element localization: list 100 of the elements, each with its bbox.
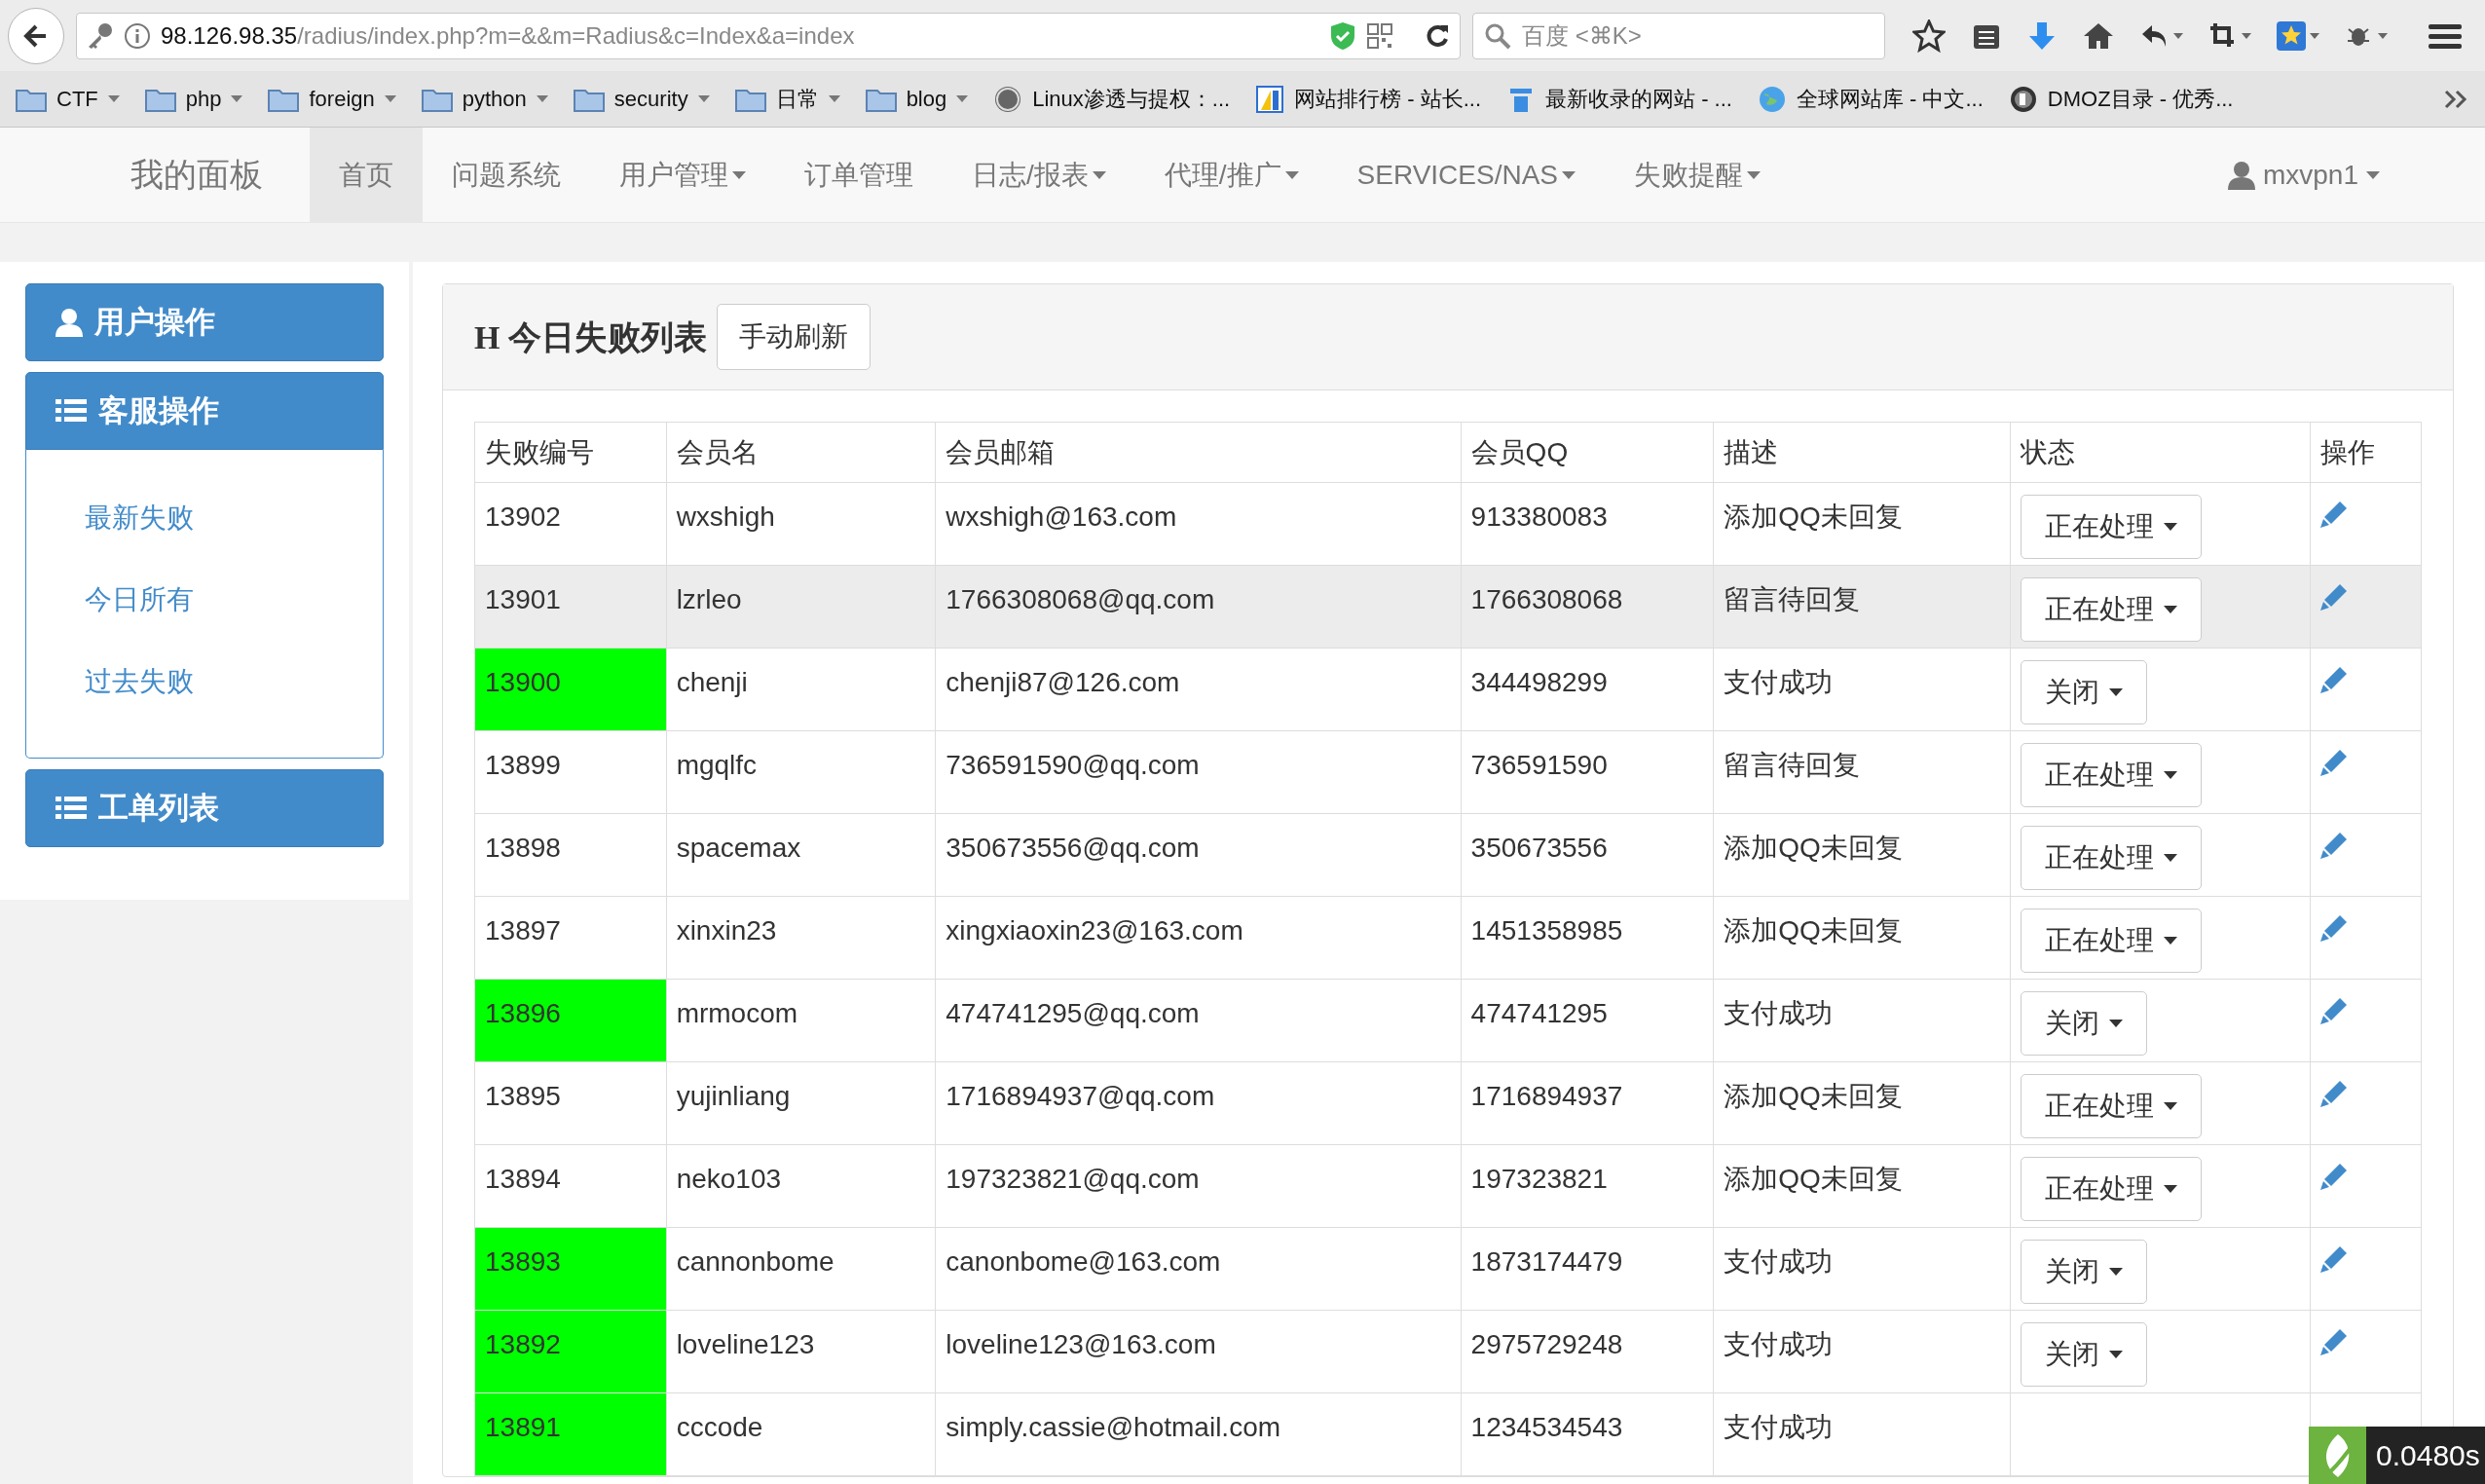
pencil-icon[interactable] <box>2320 832 2349 859</box>
status-dropdown[interactable]: 正在处理 <box>2020 577 2202 642</box>
bookmark-item[interactable]: 最新收录的网站 - ... <box>1506 83 1732 115</box>
info-icon <box>124 21 151 50</box>
pencil-icon[interactable] <box>2320 583 2349 611</box>
table-cell: 添加QQ未回复 <box>1713 1144 2011 1228</box>
table-cell: 736591590@qq.com <box>935 730 1462 814</box>
sidebar-heading[interactable]: 工单列表 <box>25 769 384 847</box>
chevron-icon[interactable] <box>2444 89 2469 109</box>
status-dropdown[interactable]: 正在处理 <box>2020 826 2202 890</box>
bookmark-item[interactable]: security <box>573 83 710 115</box>
address-bar[interactable]: 98.126.98.35/radius/index.php?m=&&m=Radius&c=Index&a=index <box>76 12 1461 59</box>
bookmark-item[interactable]: DMOZ目录 - 优秀... <box>2008 83 2234 115</box>
refresh-button[interactable]: 手动刷新 <box>716 304 871 370</box>
status-dropdown[interactable]: 正在处理 <box>2020 1157 2202 1221</box>
pencil-icon[interactable] <box>2320 1245 2349 1273</box>
table-cell: 13895 <box>474 1061 667 1145</box>
caret-icon <box>2163 523 2177 531</box>
bookmark-item[interactable]: 全球网站库 - 中文... <box>1757 83 1984 115</box>
status-dropdown[interactable]: 关闭 <box>2020 1322 2147 1387</box>
sidebar-heading[interactable]: 客服操作 <box>25 372 384 450</box>
bookmark-item[interactable]: python <box>421 83 548 115</box>
pencil-icon[interactable] <box>2320 1080 2349 1107</box>
nav-link[interactable]: 失败提醒 <box>1605 128 1790 222</box>
site-favicon-icon <box>1757 84 1787 114</box>
pencil-icon[interactable] <box>2320 666 2349 693</box>
status-dropdown[interactable]: 正在处理 <box>2020 1074 2202 1138</box>
download-arrow-icon[interactable] <box>2027 19 2057 52</box>
pencil-icon[interactable] <box>2320 1163 2349 1190</box>
status-dropdown[interactable]: 关闭 <box>2020 1240 2147 1304</box>
sidebar-link[interactable]: 最新失败 <box>85 504 194 532</box>
pencil-icon[interactable] <box>2320 1328 2349 1355</box>
status-dropdown[interactable]: 正在处理 <box>2020 743 2202 807</box>
table-cell: 13902 <box>474 482 667 566</box>
column-header: 会员名 <box>666 422 936 483</box>
nav-link[interactable]: 问题系统 <box>423 128 590 222</box>
table-cell: lzrleo <box>666 565 936 649</box>
panel-title: H 今日失败列表 <box>474 317 707 357</box>
nav-link[interactable]: SERVICES/NAS <box>1327 128 1605 222</box>
table-cell: 13898 <box>474 813 667 897</box>
home-icon[interactable] <box>2082 20 2115 51</box>
sidebar-link[interactable]: 今日所有 <box>85 586 194 613</box>
table-cell: wxshigh@163.com <box>935 482 1462 566</box>
caret-icon <box>2163 606 2177 613</box>
status-dropdown[interactable]: 正在处理 <box>2020 909 2202 973</box>
table-cell: 1451358985 <box>1461 896 1714 980</box>
star-badge-icon[interactable] <box>2277 20 2319 51</box>
table-cell: loveline123@163.com <box>935 1310 1462 1393</box>
nav-link[interactable]: 代理/推广 <box>1134 128 1328 222</box>
column-header: 会员邮箱 <box>935 422 1462 483</box>
table-cell: 13901 <box>474 565 667 649</box>
column-header: 描述 <box>1713 422 2011 483</box>
user-menu[interactable]: mxvpn1 <box>2227 128 2380 222</box>
bookmark-item[interactable]: php <box>144 83 243 115</box>
pencil-icon[interactable] <box>2320 749 2349 776</box>
status-dropdown[interactable]: 关闭 <box>2020 991 2147 1056</box>
status-dropdown[interactable]: 正在处理 <box>2020 495 2202 559</box>
bookmark-item[interactable]: CTF <box>16 83 120 115</box>
nav-link[interactable]: 首页 <box>310 128 423 222</box>
table-cell: 2975729248 <box>1461 1310 1714 1393</box>
shield-icon <box>1329 20 1356 51</box>
search-field[interactable]: 百度 <⌘K> <box>1472 12 1885 59</box>
caret-icon <box>2163 771 2177 779</box>
table-cell: yujinliang <box>666 1061 936 1145</box>
table-cell: 1716894937@qq.com <box>935 1061 1462 1145</box>
menu-icon[interactable] <box>2429 21 2462 50</box>
pencil-icon[interactable] <box>2320 501 2349 528</box>
table-cell: 13897 <box>474 896 667 980</box>
caret-icon <box>1284 170 1299 179</box>
bookmark-item[interactable]: 网站排行榜 - 站长... <box>1255 83 1482 115</box>
column-header: 操作 <box>2310 422 2422 483</box>
bookmark-item[interactable]: Linux渗透与提权：... <box>993 83 1231 115</box>
user-icon <box>56 308 83 337</box>
leaf-logo-icon[interactable] <box>2309 1427 2366 1484</box>
column-header: 状态 <box>2010 422 2311 483</box>
trace-time[interactable]: 0.0480s <box>2366 1427 2485 1484</box>
sidebar-link[interactable]: 过去失败 <box>85 668 194 695</box>
sidebar-heading[interactable]: 用户操作 <box>25 283 384 361</box>
caret-icon <box>1562 170 1576 179</box>
caret-icon <box>2108 1351 2123 1358</box>
caret-icon <box>1747 170 1761 179</box>
nav-link[interactable]: 用户管理 <box>590 128 775 222</box>
pencil-icon[interactable] <box>2320 914 2349 942</box>
bookmark-item[interactable]: 日常 <box>734 83 840 115</box>
site-favicon-icon <box>993 84 1023 114</box>
caret-icon <box>956 95 969 102</box>
bookmark-item[interactable]: blog <box>865 83 969 115</box>
caret-icon <box>2108 1268 2123 1276</box>
table-cell: 支付成功 <box>1713 648 2011 731</box>
table-cell: mrmocom <box>666 979 936 1062</box>
bookmark-star-icon[interactable] <box>1912 19 1946 53</box>
table-cell: chenji87@126.com <box>935 648 1462 731</box>
status-dropdown[interactable]: 关闭 <box>2020 660 2147 724</box>
nav-link[interactable]: 订单管理 <box>775 128 943 222</box>
site-favicon-icon <box>2008 84 2038 114</box>
pencil-icon[interactable] <box>2320 997 2349 1024</box>
bookmark-item[interactable]: foreign <box>268 83 396 115</box>
nav-link[interactable]: 日志/报表 <box>943 128 1135 222</box>
caret-icon <box>2366 170 2380 179</box>
brand-title[interactable]: 我的面板 <box>130 150 263 200</box>
